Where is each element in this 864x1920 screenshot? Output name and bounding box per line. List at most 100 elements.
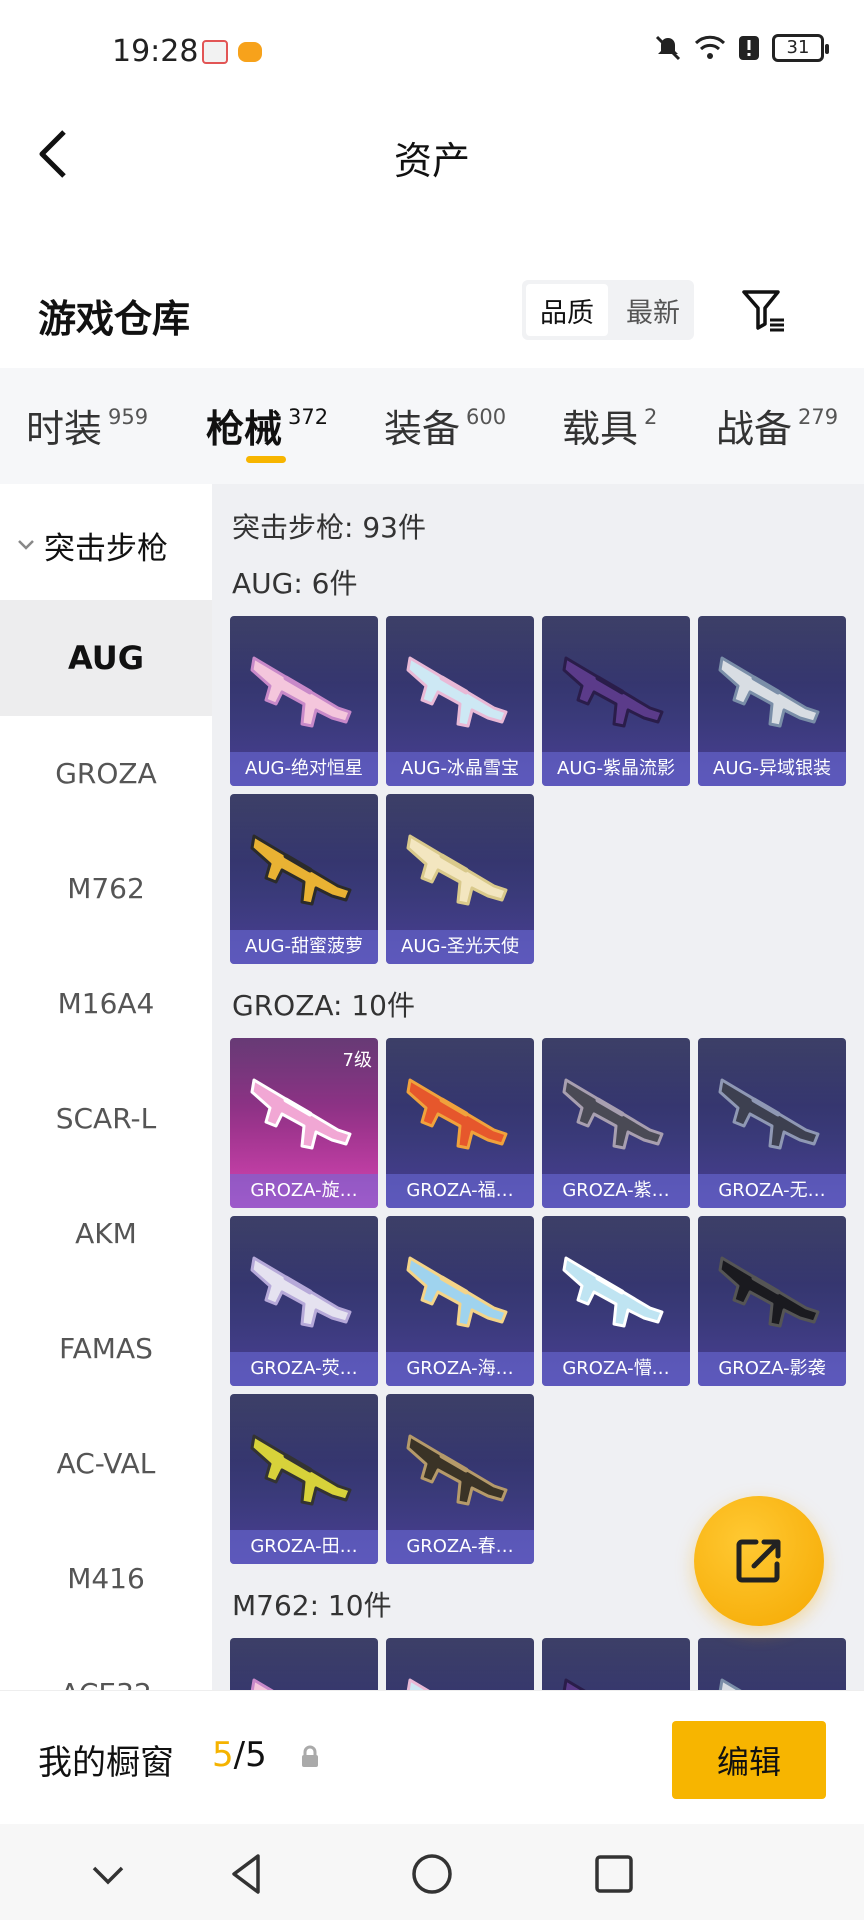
weapon-name: GROZA-紫… xyxy=(542,1174,690,1208)
showcase-bar: 我的橱窗 5/5 编辑 xyxy=(0,1690,864,1824)
weapon-card[interactable]: GROZA-海… xyxy=(386,1216,534,1386)
tab-count: 279 xyxy=(798,405,839,429)
tab-label: 时装 xyxy=(26,407,103,451)
weapon-card[interactable] xyxy=(542,1638,690,1690)
rifle-icon xyxy=(562,1256,664,1328)
weapon-name: GROZA-福… xyxy=(386,1174,534,1208)
weapon-card[interactable] xyxy=(230,1638,378,1690)
weapon-card[interactable]: AUG-异域银装 xyxy=(698,616,846,786)
rifle-icon xyxy=(250,1678,274,1690)
tab-count: 2 xyxy=(644,405,658,429)
sidebar-item-groza[interactable]: GROZA xyxy=(0,715,212,831)
weapon-card[interactable]: AUG-甜蜜菠萝 xyxy=(230,794,378,964)
weapon-name: AUG-冰晶雪宝 xyxy=(386,752,534,786)
weapon-card[interactable]: 7级 GROZA-旋… xyxy=(230,1038,378,1208)
sidebar-group-assault-rifles[interactable]: 突击步枪 xyxy=(0,520,212,570)
filter-icon[interactable] xyxy=(740,286,788,334)
sidebar-item-scar-l[interactable]: SCAR-L xyxy=(0,1060,212,1176)
weapon-card[interactable]: GROZA-荧… xyxy=(230,1216,378,1386)
tab-equipment[interactable]: 装备 600 xyxy=(384,398,506,453)
sidebar-item-ac-val[interactable]: AC-VAL xyxy=(0,1405,212,1521)
rifle-icon xyxy=(250,1434,352,1506)
sidebar-item-m16a4[interactable]: M16A4 xyxy=(0,945,212,1061)
category-header: GROZA: 10件 xyxy=(232,989,415,1022)
weapon-card[interactable]: AUG-绝对恒星 xyxy=(230,616,378,786)
rifle-icon xyxy=(718,656,820,728)
showcase-count: 5/5 xyxy=(212,1735,267,1775)
tab-vehicles[interactable]: 载具 2 xyxy=(562,398,657,453)
weapon-card[interactable]: AUG-冰晶雪宝 xyxy=(386,616,534,786)
edit-button[interactable]: 编辑 xyxy=(672,1721,826,1799)
weapon-name: GROZA-田… xyxy=(230,1530,378,1564)
chevron-down-icon[interactable] xyxy=(78,1844,138,1904)
mute-icon xyxy=(655,35,681,61)
weapon-name: GROZA-旋… xyxy=(230,1174,378,1208)
sidebar-item-akm[interactable]: AKM xyxy=(0,1175,212,1291)
weapon-card[interactable] xyxy=(386,1638,534,1690)
back-triangle-icon[interactable] xyxy=(218,1844,278,1904)
category-tabs: 时装 959 枪械 372 装备 600 载具 2 战备 279 xyxy=(0,368,864,484)
weapon-card[interactable]: GROZA-影袭 xyxy=(698,1216,846,1386)
weapon-name: GROZA-海… xyxy=(386,1352,534,1386)
rifle-icon xyxy=(406,1434,508,1506)
weapon-name: AUG-甜蜜菠萝 xyxy=(230,930,378,964)
rifle-icon xyxy=(718,1256,820,1328)
status-bar: 19:28 31 xyxy=(0,0,864,104)
active-tab-indicator xyxy=(246,456,286,463)
status-icons: 31 xyxy=(654,34,829,62)
app-notification-icon xyxy=(202,40,228,64)
lock-icon xyxy=(302,1745,318,1767)
weapon-name: AUG-紫晶流影 xyxy=(542,752,690,786)
recents-square-icon[interactable] xyxy=(584,1844,644,1904)
sort-toggle[interactable]: 品质 最新 xyxy=(522,280,694,340)
sidebar-item-famas[interactable]: FAMAS xyxy=(0,1290,212,1406)
weapon-card[interactable]: GROZA-无… xyxy=(698,1038,846,1208)
tab-supplies[interactable]: 战备 279 xyxy=(716,398,838,453)
status-time: 19:28 xyxy=(112,34,199,69)
rifle-icon xyxy=(250,834,352,906)
wifi-icon xyxy=(694,35,726,59)
sidebar-item-ace32[interactable]: ACE32 xyxy=(0,1635,212,1691)
rifle-icon xyxy=(406,834,508,906)
sidebar-item-m762[interactable]: M762 xyxy=(0,830,212,946)
rifle-icon xyxy=(250,656,352,728)
rifle-icon xyxy=(250,1078,352,1150)
sidebar-item-m416[interactable]: M416 xyxy=(0,1520,212,1636)
showcase-separator: / xyxy=(233,1735,246,1775)
weapon-name: GROZA-懵… xyxy=(542,1352,690,1386)
weapon-card[interactable]: AUG-紫晶流影 xyxy=(542,616,690,786)
rifle-icon xyxy=(562,1078,664,1150)
level-badge: 7级 xyxy=(342,1050,372,1071)
weapon-card[interactable]: GROZA-紫… xyxy=(542,1038,690,1208)
share-button[interactable] xyxy=(694,1496,824,1626)
home-circle-icon[interactable] xyxy=(402,1844,462,1904)
section-title: 游戏仓库 xyxy=(38,297,191,341)
weapon-card[interactable]: AUG-圣光天使 xyxy=(386,794,534,964)
tab-outfits[interactable]: 时装 959 xyxy=(26,398,148,453)
weapon-name: GROZA-影袭 xyxy=(698,1352,846,1386)
sidebar-group-label: 突击步枪 xyxy=(44,530,168,567)
share-icon xyxy=(736,1539,781,1583)
category-header: M762: 10件 xyxy=(232,1589,392,1622)
tab-label: 载具 xyxy=(562,407,639,451)
system-nav-bar xyxy=(0,1824,864,1920)
sort-option-quality[interactable]: 品质 xyxy=(526,284,608,336)
showcase-label: 我的橱窗 xyxy=(38,1743,174,1783)
weapon-card[interactable]: GROZA-福… xyxy=(386,1038,534,1208)
sort-option-newest[interactable]: 最新 xyxy=(612,280,694,340)
rifle-icon xyxy=(406,656,508,728)
weapon-name: AUG-圣光天使 xyxy=(386,930,534,964)
rifle-icon xyxy=(250,1256,352,1328)
rifle-icon xyxy=(718,1678,742,1690)
weapon-card[interactable] xyxy=(698,1638,846,1690)
tab-guns[interactable]: 枪械 372 xyxy=(206,398,328,453)
tab-label: 枪械 xyxy=(206,407,283,451)
weapon-card[interactable]: GROZA-春… xyxy=(386,1394,534,1564)
tab-label: 装备 xyxy=(384,407,461,451)
sidebar-item-aug[interactable]: AUG xyxy=(0,600,212,716)
page-title: 资产 xyxy=(393,139,470,183)
weapon-card[interactable]: GROZA-懵… xyxy=(542,1216,690,1386)
weapon-card[interactable]: GROZA-田… xyxy=(230,1394,378,1564)
tab-count: 600 xyxy=(466,405,507,429)
rifle-icon xyxy=(406,1256,508,1328)
